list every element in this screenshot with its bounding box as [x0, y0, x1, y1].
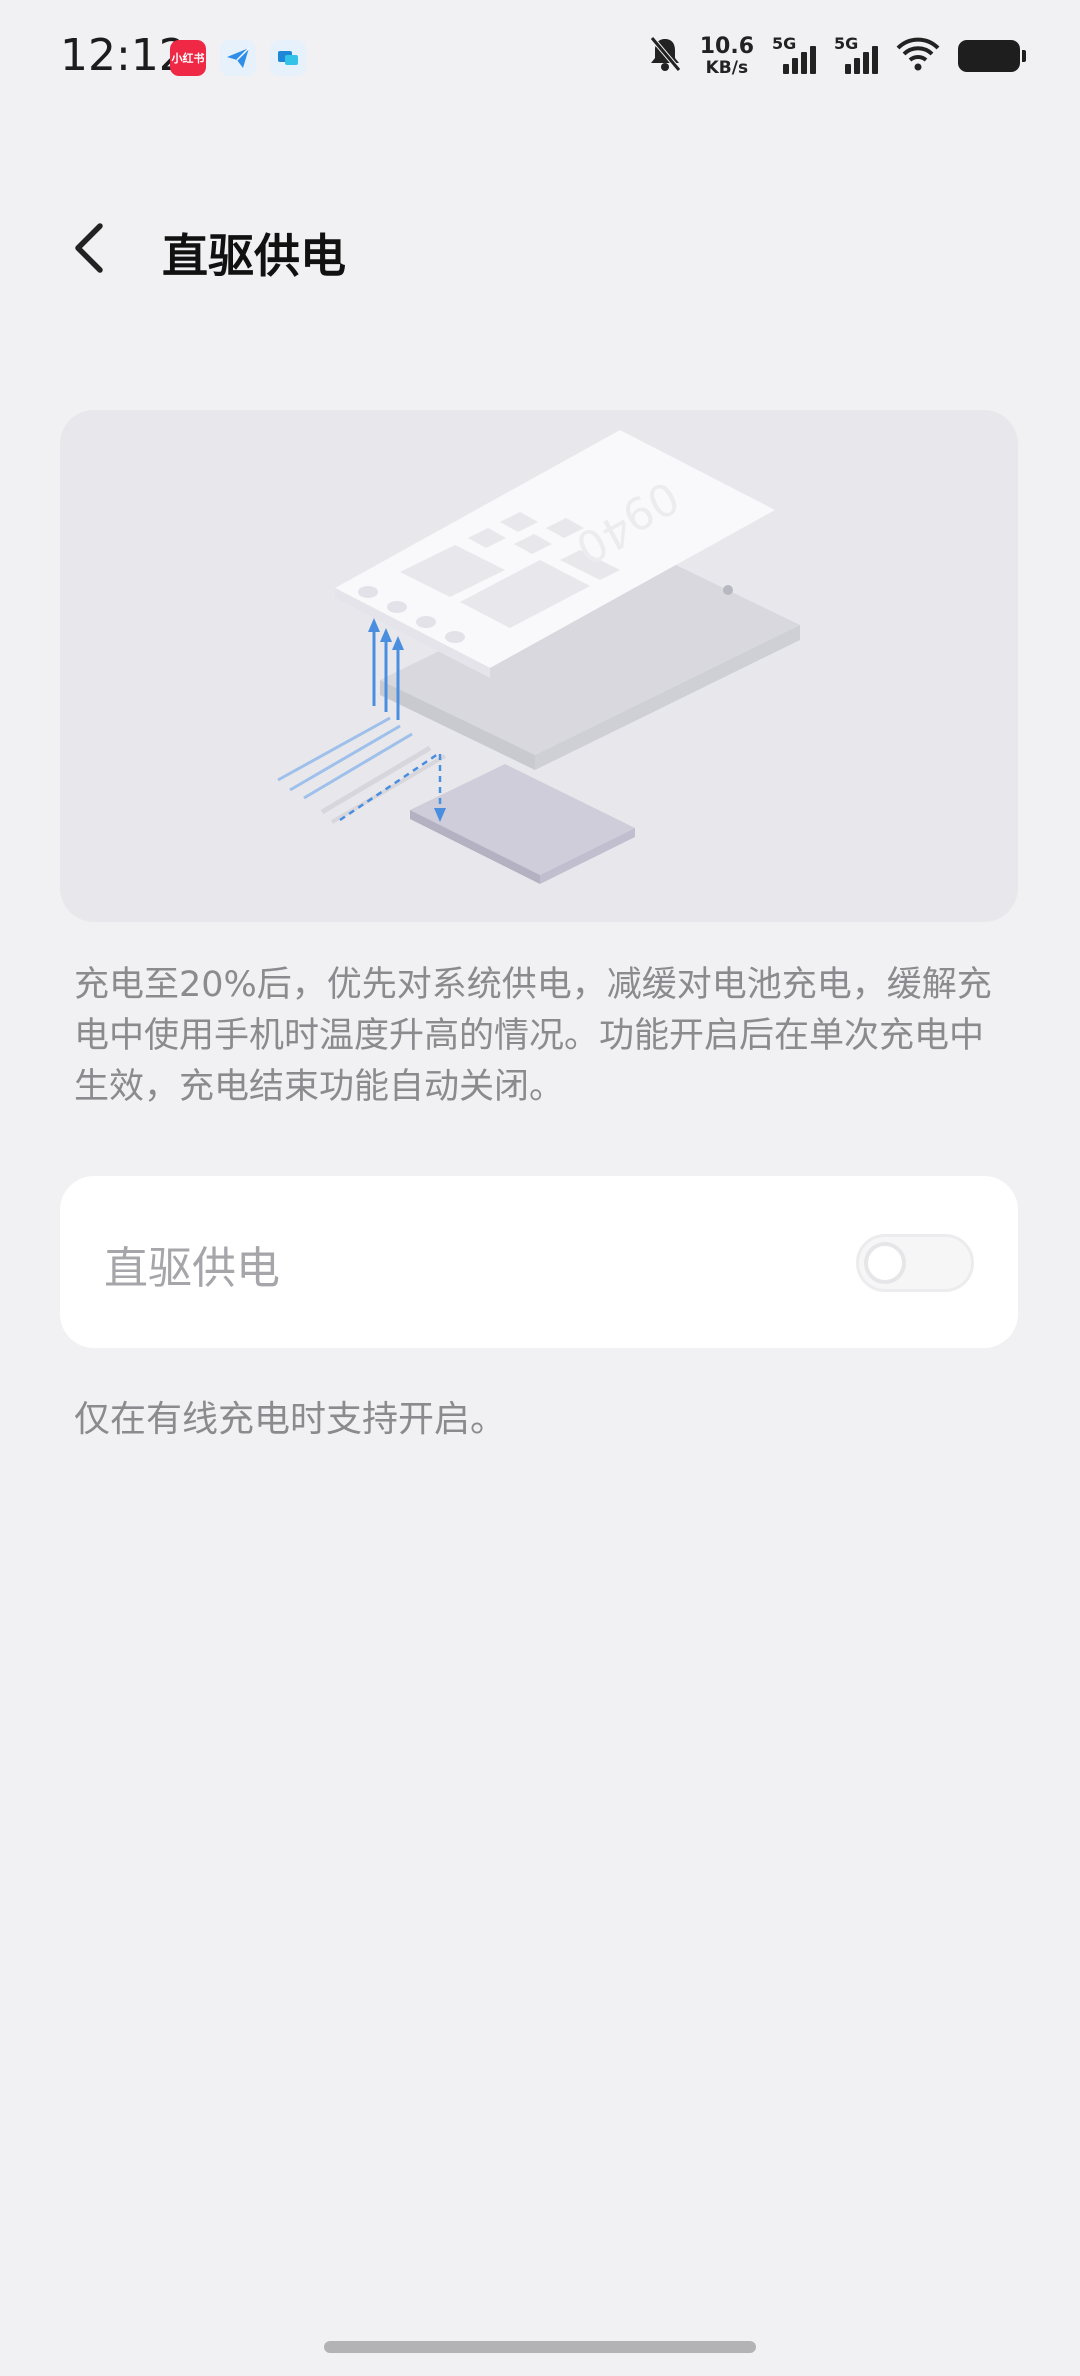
bell-off-icon — [648, 35, 682, 77]
paper-plane-app-icon — [220, 40, 256, 76]
battery-icon — [958, 40, 1026, 72]
network-speed: 10.6 KB/s — [699, 33, 754, 78]
status-indicators: 10.6 KB/s 5G 5G — [648, 33, 1026, 78]
wifi-icon — [896, 36, 940, 76]
signal-sim2-icon: 5G — [834, 34, 878, 78]
direct-power-illustration: 09 40 — [60, 410, 1018, 922]
status-bar: 12:12 小红书 10.6 KB/s 5G 5G — [0, 0, 1080, 120]
notification-app-icons: 小红书 — [170, 40, 306, 76]
direct-power-setting-card: 直驱供电 — [60, 1176, 1018, 1348]
setting-label: 直驱供电 — [104, 1243, 280, 1294]
feature-description: 充电至20%后，优先对系统供电，减缓对电池充电，缓解充电中使用手机时温度升高的情… — [74, 965, 992, 1107]
chat-app-icon — [270, 40, 306, 76]
direct-power-toggle[interactable] — [856, 1234, 974, 1292]
page-title: 直驱供电 — [162, 229, 346, 283]
toggle-knob — [864, 1242, 906, 1284]
status-time: 12:12 — [60, 30, 187, 81]
page-header: 直驱供电 — [0, 200, 1080, 300]
chevron-left-icon — [75, 223, 103, 273]
home-indicator[interactable] — [324, 2341, 756, 2353]
back-button[interactable] — [60, 218, 120, 278]
signal-sim1-icon: 5G — [772, 34, 816, 78]
wired-only-hint: 仅在有线充电时支持开启。 — [74, 1399, 507, 1440]
xiaohongshu-app-icon: 小红书 — [170, 40, 206, 76]
